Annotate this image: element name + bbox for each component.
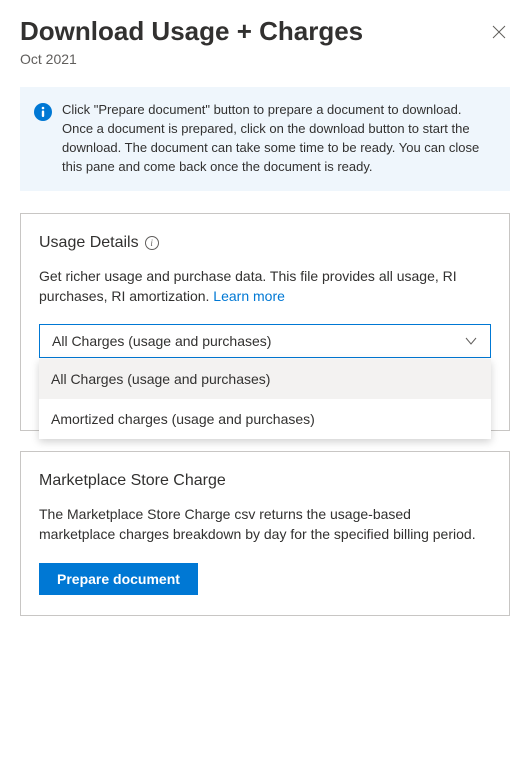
usage-details-card: Usage Details i Get richer usage and pur… <box>20 213 510 432</box>
page-title: Download Usage + Charges <box>20 16 363 47</box>
marketplace-title: Marketplace Store Charge <box>39 472 226 490</box>
dropdown-option-all-charges[interactable]: All Charges (usage and purchases) <box>39 359 491 399</box>
info-banner-text: Click "Prepare document" button to prepa… <box>62 101 494 176</box>
close-button[interactable] <box>488 20 510 46</box>
usage-details-title: Usage Details <box>39 234 139 252</box>
charges-dropdown[interactable]: All Charges (usage and purchases) <box>39 324 491 358</box>
dropdown-selected-value: All Charges (usage and purchases) <box>52 333 271 349</box>
dropdown-option-amortized[interactable]: Amortized charges (usage and purchases) <box>39 399 491 439</box>
chevron-down-icon <box>464 334 478 348</box>
page-subtitle: Oct 2021 <box>20 51 510 67</box>
usage-details-description: Get richer usage and purchase data. This… <box>39 266 491 307</box>
learn-more-link[interactable]: Learn more <box>213 288 285 304</box>
prepare-document-button[interactable]: Prepare document <box>39 563 198 595</box>
marketplace-description: The Marketplace Store Charge csv returns… <box>39 504 491 545</box>
info-icon[interactable]: i <box>145 236 159 250</box>
info-icon <box>34 103 52 124</box>
info-banner: Click "Prepare document" button to prepa… <box>20 87 510 190</box>
close-icon <box>492 25 506 39</box>
marketplace-card: Marketplace Store Charge The Marketplace… <box>20 451 510 616</box>
dropdown-list: All Charges (usage and purchases) Amorti… <box>39 359 491 439</box>
